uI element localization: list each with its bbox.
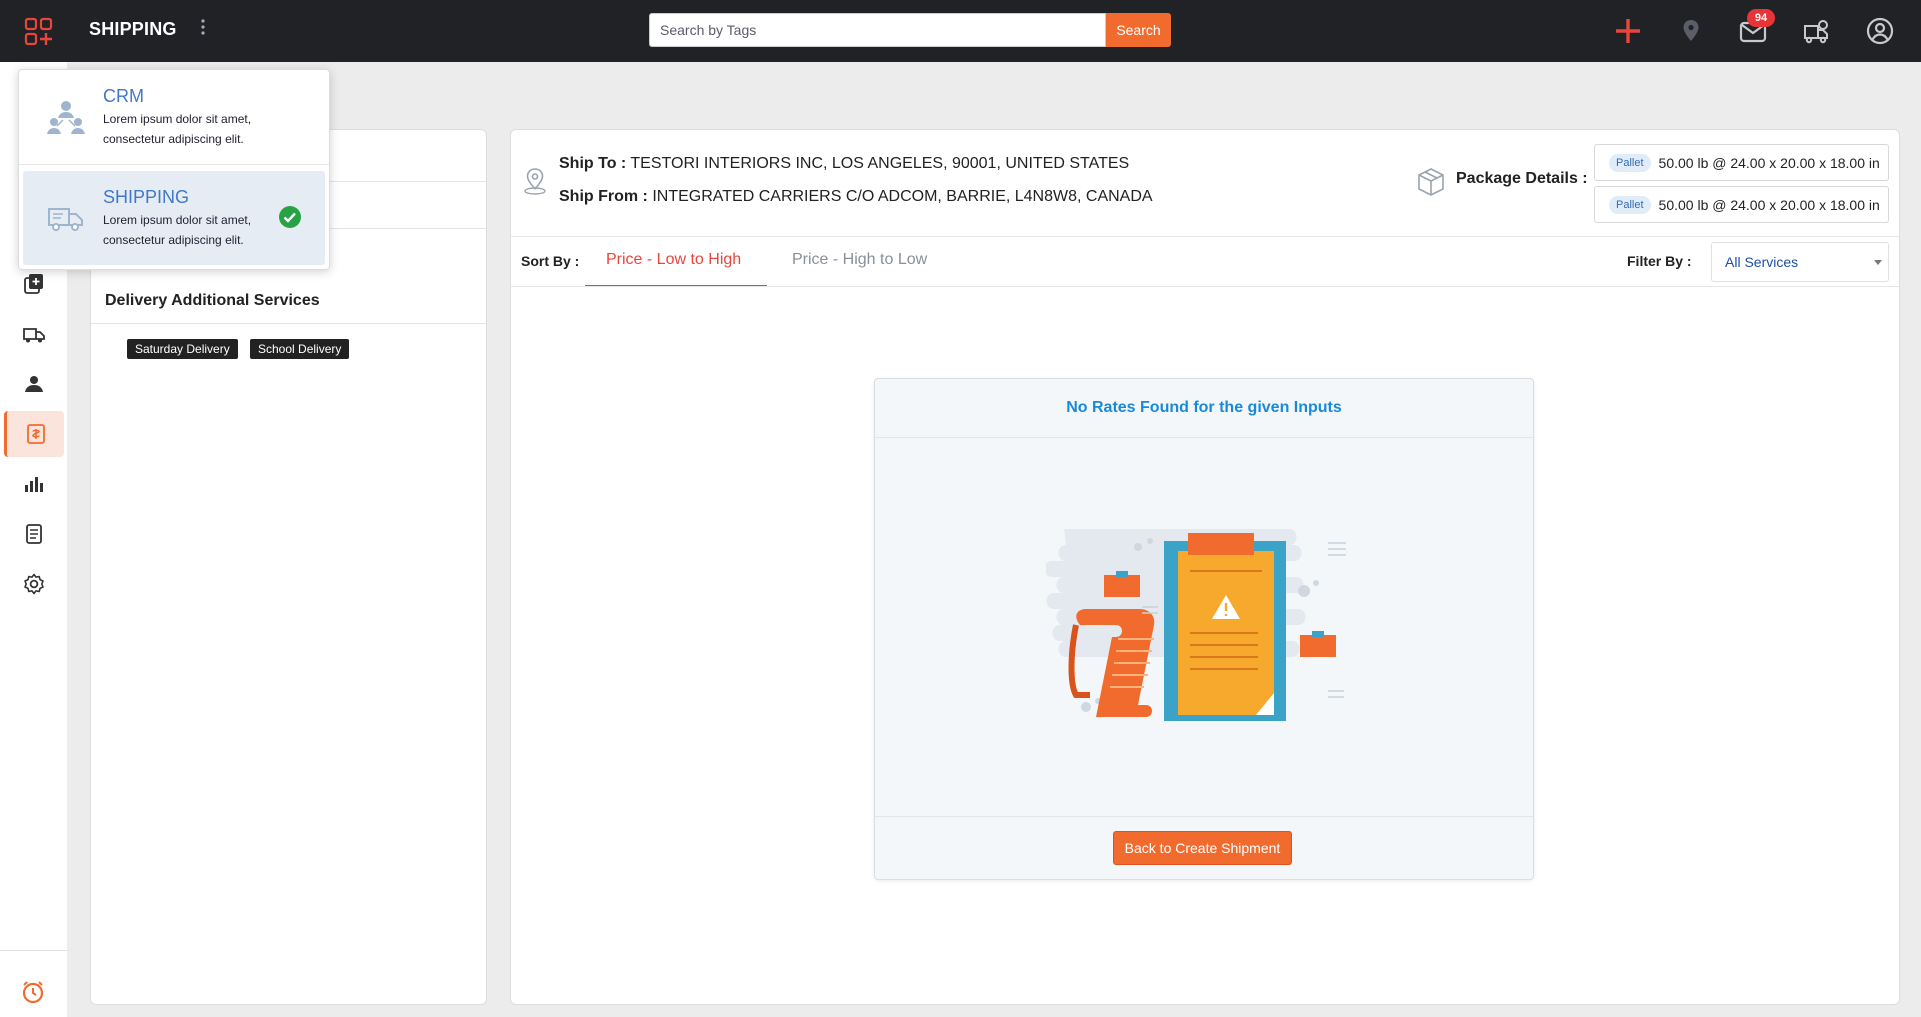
sidebar-item-analytics[interactable] — [4, 461, 64, 507]
truck-icon — [48, 208, 83, 231]
app-description-crm: Lorem ipsum dolor sit amet, consectetur … — [103, 112, 252, 146]
sidebar-item-rates[interactable] — [4, 411, 64, 457]
sidebar-divider — [0, 950, 67, 951]
ship-from-label: Ship From : — [559, 188, 648, 205]
ship-from-row: Ship From : INTEGRATED CARRIERS C/O ADCO… — [559, 188, 1153, 206]
chevron-down-icon — [1874, 260, 1882, 265]
sidebar-item-contacts[interactable] — [4, 361, 64, 407]
user-icon — [25, 376, 43, 392]
settings-icon — [24, 573, 44, 595]
service-tag: School Delivery — [250, 339, 350, 359]
rates-panel: Ship To : TESTORI INTERIORS INC, LOS ANG… — [510, 129, 1900, 1005]
package-detail: 50.00 lb @ 24.00 x 20.00 x 18.00 in — [1658, 196, 1880, 213]
filter-by-label: Filter By : — [1627, 253, 1692, 269]
card-divider — [875, 816, 1533, 817]
add-icon[interactable] — [1611, 14, 1645, 48]
app-switcher-dropdown: CRM Lorem ipsum dolor sit amet, consecte… — [18, 69, 330, 270]
app-description-shipping: Lorem ipsum dolor sit amet, consectetur … — [103, 213, 252, 247]
package-item: Pallet 50.00 lb @ 24.00 x 20.00 x 18.00 … — [1594, 144, 1889, 181]
no-rates-message: No Rates Found for the given Inputs — [1066, 399, 1342, 416]
back-to-create-shipment-button[interactable]: Back to Create Shipment — [1113, 831, 1292, 865]
pallet-badge: Pallet — [1609, 153, 1651, 172]
package-icon — [1418, 168, 1444, 196]
app-grid-icon[interactable] — [24, 17, 54, 47]
truck-icon — [23, 328, 45, 343]
kebab-menu-icon[interactable] — [198, 19, 208, 35]
no-results-illustration — [1046, 529, 1346, 721]
search-button[interactable]: Search — [1106, 13, 1171, 47]
header-divider — [511, 236, 1899, 237]
app-switcher-item-shipping[interactable]: SHIPPING Lorem ipsum dolor sit amet, con… — [23, 171, 325, 265]
card-divider — [875, 437, 1533, 438]
sort-tab-high-to-low[interactable]: Price - High to Low — [792, 251, 927, 269]
add-document-icon — [24, 274, 43, 294]
sort-divider — [511, 286, 1899, 287]
no-rates-card: No Rates Found for the given Inputs Back… — [874, 378, 1534, 880]
app-title-shipping: SHIPPING — [103, 187, 190, 207]
delivery-additional-services-title: Delivery Additional Services — [105, 292, 320, 309]
service-tag: Saturday Delivery — [127, 339, 238, 359]
alarm-clock-icon[interactable] — [20, 979, 46, 1005]
package-detail: 50.00 lb @ 24.00 x 20.00 x 18.00 in — [1658, 154, 1880, 171]
truck-settings-icon[interactable] — [1799, 14, 1833, 48]
document-icon — [26, 524, 42, 544]
ship-from-value: INTEGRATED CARRIERS C/O ADCOM, BARRIE, L… — [652, 188, 1153, 205]
rates-icon — [26, 424, 45, 444]
app-title-crm: CRM — [103, 86, 144, 106]
sidebar-item-documents[interactable] — [4, 511, 64, 557]
app-switcher-item-crm[interactable]: CRM Lorem ipsum dolor sit amet, consecte… — [23, 70, 325, 164]
ship-to-value: TESTORI INTERIORS INC, LOS ANGELES, 9000… — [630, 155, 1130, 172]
search-input[interactable] — [649, 13, 1106, 47]
analytics-icon — [25, 477, 43, 492]
filter-value: All Services — [1725, 254, 1799, 270]
location-marker-icon — [524, 168, 546, 195]
ship-to-row: Ship To : TESTORI INTERIORS INC, LOS ANG… — [559, 155, 1129, 173]
sort-by-label: Sort By : — [521, 253, 580, 269]
user-profile-icon[interactable] — [1863, 14, 1897, 48]
services-filter-select[interactable]: All Services — [1711, 242, 1889, 282]
crm-icon — [47, 101, 85, 134]
package-item: Pallet 50.00 lb @ 24.00 x 20.00 x 18.00 … — [1594, 186, 1889, 223]
mail-badge: 94 — [1747, 9, 1775, 27]
app-title: SHIPPING — [89, 19, 177, 39]
ship-to-label: Ship To : — [559, 155, 627, 172]
sort-tab-low-to-high[interactable]: Price - Low to High — [606, 251, 741, 269]
top-bar: SHIPPING Search 94 — [0, 0, 1921, 62]
check-circle-icon — [279, 206, 301, 228]
sidebar-item-settings[interactable] — [4, 561, 64, 607]
location-pin-icon[interactable] — [1674, 14, 1708, 48]
panel-divider — [91, 323, 486, 324]
package-details-label: Package Details : — [1456, 170, 1588, 187]
dropdown-divider — [19, 164, 329, 165]
sidebar-item-shipments[interactable] — [4, 311, 64, 357]
pallet-badge: Pallet — [1609, 195, 1651, 214]
